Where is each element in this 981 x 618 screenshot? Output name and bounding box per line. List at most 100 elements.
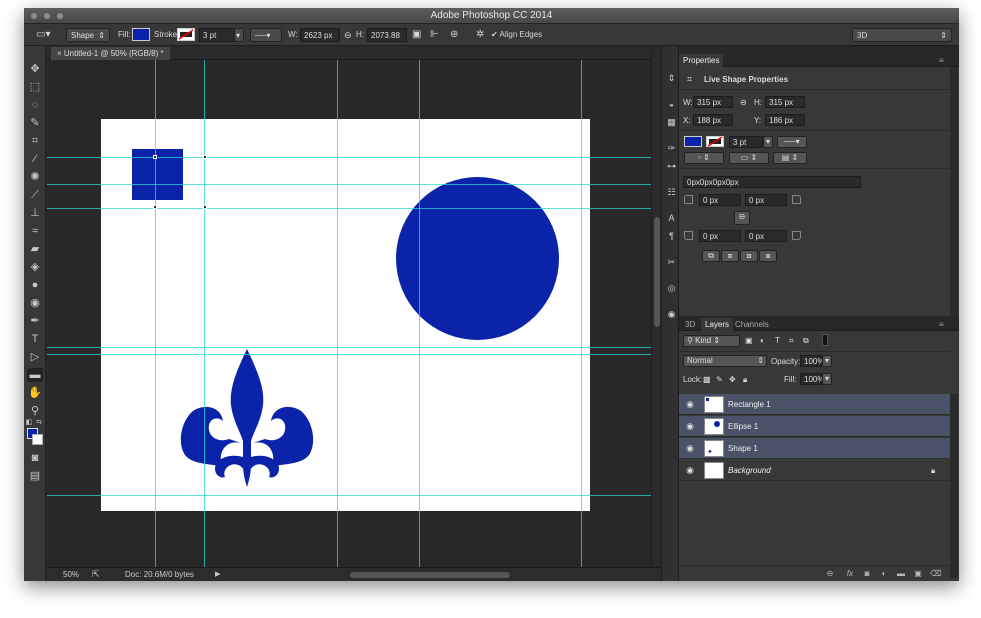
opacity-field[interactable]: 100%	[800, 355, 824, 367]
tab-properties[interactable]: Properties	[679, 54, 724, 67]
crop-tool-icon[interactable]: ⌗	[27, 134, 43, 148]
path-selection-tool-icon[interactable]: ▷	[27, 350, 43, 364]
delete-layer-icon[interactable]: ⌫	[930, 569, 941, 579]
path-arrangement-icon[interactable]: ⊛	[450, 28, 458, 42]
layers-menu-icon[interactable]: ≡	[935, 318, 948, 331]
align-edges-checkbox[interactable]: ✔ Align Edges	[491, 28, 542, 42]
layer-row[interactable]: ◉ Ellipse 1	[679, 416, 950, 437]
layer-name[interactable]: Rectangle 1	[728, 399, 771, 410]
channels-panel-icon[interactable]: ◉	[665, 308, 678, 321]
visibility-eye-icon[interactable]: ◉	[685, 443, 695, 453]
corner-radius-summary[interactable]: 0px0px0px0px	[683, 176, 861, 188]
canvas-vertical-scrollbar[interactable]	[651, 46, 661, 567]
guide-vertical[interactable]	[419, 60, 420, 567]
width-field[interactable]: 2623 px	[300, 28, 340, 42]
link-layers-icon[interactable]: ⊖	[825, 569, 835, 579]
prop-y-field[interactable]: 186 px	[765, 114, 805, 126]
lock-all-icon[interactable]: 🔒︎	[743, 374, 747, 385]
stroke-type-dropdown[interactable]: ──▾	[250, 28, 282, 42]
layers-scrollbar[interactable]	[950, 394, 958, 578]
document-tab[interactable]: × Untitled-1 @ 50% (RGB/8) *	[51, 47, 170, 60]
layer-name[interactable]: Shape 1	[728, 443, 758, 454]
filter-pixel-icon[interactable]: ▣	[745, 335, 753, 346]
prop-stroke-swatch[interactable]	[706, 136, 724, 147]
ellipse-shape[interactable]	[396, 177, 559, 340]
paint-bucket-tool-icon[interactable]: ◈	[27, 260, 43, 274]
filter-shape-icon[interactable]: ⌗	[789, 335, 794, 346]
stroke-width-dropdown[interactable]: ▾	[234, 28, 244, 42]
spot-healing-tool-icon[interactable]: ✺	[27, 170, 43, 184]
visibility-eye-icon[interactable]: ◉	[685, 399, 695, 409]
zoom-level[interactable]: 50%	[63, 570, 79, 579]
guide-horizontal[interactable]	[47, 184, 651, 185]
path-intersect-icon[interactable]: ⧇	[740, 250, 758, 262]
opacity-dropdown[interactable]: ▾	[822, 355, 832, 367]
lock-position-icon[interactable]: ✥	[729, 374, 736, 385]
layer-row[interactable]: ◉ Rectangle 1	[679, 394, 950, 415]
layer-style-icon[interactable]: fx	[845, 569, 855, 579]
history-panel-icon[interactable]: ⇕	[665, 72, 678, 85]
paragraph-panel-icon[interactable]: ¶	[665, 230, 678, 243]
rectangle-tool-icon[interactable]: ▬	[27, 368, 43, 382]
hand-tool-icon[interactable]: ✋	[27, 386, 43, 400]
brush-tool-icon[interactable]: ⟋	[27, 188, 43, 202]
prop-stroke-corners-dropdown[interactable]: ▤ ⇕	[773, 152, 807, 164]
prop-stroke-align-dropdown[interactable]: ▫ ⇕	[684, 152, 724, 164]
status-menu-arrow-icon[interactable]: ▶	[215, 570, 220, 578]
clone-stamp-tool-icon[interactable]: ⊥	[27, 206, 43, 220]
paragraph-styles-icon[interactable]: ☷	[665, 186, 678, 199]
link-icon[interactable]: ⊖	[344, 28, 352, 42]
fill-dropdown[interactable]: ▾	[822, 373, 832, 385]
lock-image-icon[interactable]: ✎	[716, 374, 723, 385]
shape-mode-dropdown[interactable]: Shape ⇕	[66, 28, 110, 42]
filter-type-icon[interactable]: T	[775, 335, 780, 346]
layer-name[interactable]: Ellipse 1	[728, 421, 758, 432]
quick-mask-icon[interactable]: ◙	[27, 451, 43, 465]
history-brush-tool-icon[interactable]: ≈	[27, 224, 43, 238]
lock-transparent-icon[interactable]: ▩	[703, 374, 711, 385]
adjustments-panel-icon[interactable]: ⊶	[665, 160, 678, 173]
corner-tl-field[interactable]: 0 px	[699, 194, 741, 206]
layer-name[interactable]: Background	[728, 465, 771, 476]
tab-3d[interactable]: 3D	[681, 318, 699, 331]
move-tool-icon[interactable]: ✥	[27, 62, 43, 76]
add-mask-icon[interactable]: ◙	[862, 569, 872, 579]
corner-tr-field[interactable]: 0 px	[745, 194, 787, 206]
prop-stroke-width-field[interactable]: 3 pt	[729, 136, 763, 148]
guide-horizontal[interactable]	[47, 354, 651, 355]
filter-toggle[interactable]	[822, 334, 828, 346]
workspace-dropdown[interactable]: 3D ⇕	[852, 28, 952, 42]
stroke-swatch[interactable]	[177, 28, 195, 41]
path-subtract-icon[interactable]: ⧈	[721, 250, 739, 262]
tab-layers[interactable]: Layers	[701, 318, 734, 331]
tool-preset-picker-icon[interactable]: ▭▾	[36, 28, 50, 42]
background-color-swatch[interactable]	[32, 434, 43, 445]
close-tab-icon[interactable]: ×	[57, 49, 64, 58]
guide-vertical[interactable]	[155, 60, 156, 567]
prop-x-field[interactable]: 188 px	[693, 114, 733, 126]
transform-handle[interactable]	[153, 205, 157, 209]
guide-horizontal[interactable]	[47, 495, 651, 496]
gear-icon[interactable]: ✲	[476, 28, 484, 42]
horizontal-scroll-thumb[interactable]	[350, 572, 510, 578]
filter-adjustment-icon[interactable]: ◐	[760, 335, 765, 346]
stroke-width-field[interactable]: 3 pt	[199, 28, 235, 42]
guide-horizontal[interactable]	[47, 157, 651, 158]
guide-vertical[interactable]	[204, 60, 205, 567]
prop-width-field[interactable]: 315 px	[693, 96, 733, 108]
filter-smart-object-icon[interactable]: ⧉	[803, 335, 809, 346]
blend-mode-dropdown[interactable]: Normal ⇕	[683, 355, 767, 367]
corner-br-field[interactable]: 0 px	[745, 230, 787, 242]
prop-fill-swatch[interactable]	[684, 136, 702, 147]
panel-menu-icon[interactable]: ≡	[935, 54, 948, 67]
transform-handle[interactable]	[203, 155, 207, 159]
fill-field[interactable]: 100%	[800, 373, 824, 385]
path-operations-icon[interactable]: ▣	[412, 28, 421, 42]
guide-horizontal[interactable]	[47, 347, 651, 348]
transform-handle[interactable]	[153, 155, 157, 159]
visibility-eye-icon[interactable]: ◉	[685, 421, 695, 431]
vertical-scroll-thumb[interactable]	[654, 217, 660, 327]
guide-vertical[interactable]	[581, 60, 582, 567]
path-alignment-icon[interactable]: ⊩	[430, 28, 439, 42]
layer-filter-dropdown[interactable]: ⚲ Kind ⇕	[683, 335, 740, 347]
